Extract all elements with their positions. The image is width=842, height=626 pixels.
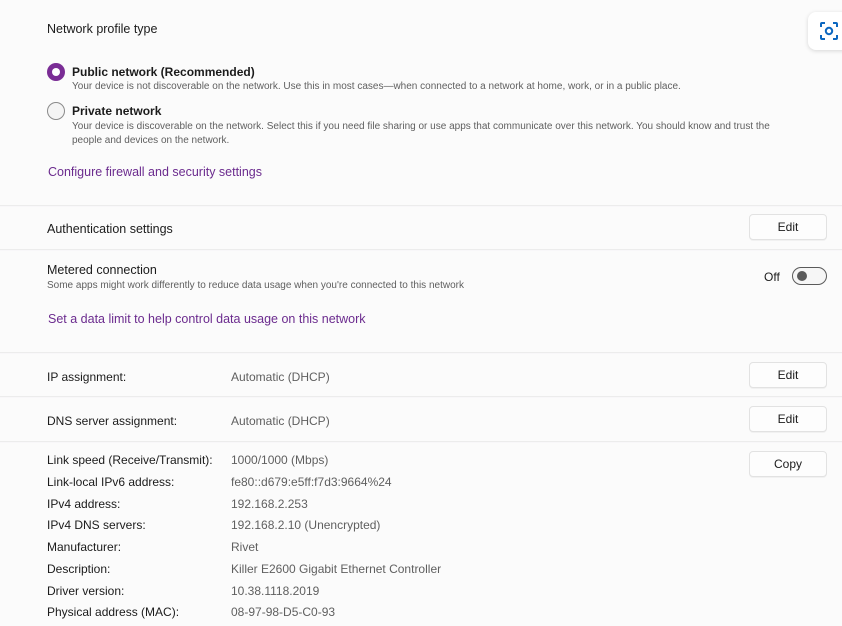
network-properties-page: Network profile type Public network (Rec… xyxy=(0,0,842,626)
ip-assignment-value: Automatic (DHCP) xyxy=(231,370,330,384)
toggle-knob xyxy=(797,271,807,281)
ip-assignment-label: IP assignment: xyxy=(47,370,127,384)
dns-assignment-label: DNS server assignment: xyxy=(47,414,178,428)
public-network-description: Your device is not discoverable on the n… xyxy=(72,81,681,92)
authentication-label: Authentication settings xyxy=(47,222,173,236)
data-limit-link[interactable]: Set a data limit to help control data us… xyxy=(48,312,366,326)
property-label: Link speed (Receive/Transmit): xyxy=(47,453,213,467)
property-label: IPv4 address: xyxy=(47,497,121,511)
property-label: Description: xyxy=(47,562,111,576)
authentication-card: Authentication settings Edit xyxy=(0,207,842,250)
ip-assignment-edit-button[interactable]: Edit xyxy=(749,362,827,388)
property-label: Physical address (MAC): xyxy=(47,605,180,619)
dns-assignment-edit-button[interactable]: Edit xyxy=(749,406,827,432)
properties-card: Copy Link speed (Receive/Transmit): 1000… xyxy=(0,443,842,626)
capture-icon xyxy=(820,22,838,40)
property-value: Rivet xyxy=(231,540,259,554)
property-value: Killer E2600 Gigabit Ethernet Controller xyxy=(231,562,442,576)
private-network-description-line1: Your device is discoverable on the netwo… xyxy=(72,121,770,132)
public-network-radio[interactable] xyxy=(47,63,65,81)
property-label: Driver version: xyxy=(47,584,125,598)
private-network-label[interactable]: Private network xyxy=(72,104,161,118)
network-profile-card: Network profile type Public network (Rec… xyxy=(0,0,842,206)
property-value: 192.168.2.10 (Unencrypted) xyxy=(231,518,381,532)
private-network-radio[interactable] xyxy=(47,102,65,120)
screen-snip-button[interactable] xyxy=(808,12,842,50)
ip-assignment-card: IP assignment: Automatic (DHCP) Edit xyxy=(0,354,842,397)
property-label: Manufacturer: xyxy=(47,540,122,554)
metered-connection-toggle[interactable] xyxy=(792,267,827,285)
property-value: fe80::d679:e5ff:f7d3:9664%24 xyxy=(231,475,392,489)
metered-connection-description: Some apps might work differently to redu… xyxy=(47,280,464,291)
metered-connection-card: Metered connection Some apps might work … xyxy=(0,251,842,353)
copy-button[interactable]: Copy xyxy=(749,451,827,477)
property-value: 10.38.1118.2019 xyxy=(231,584,320,598)
dns-assignment-card: DNS server assignment: Automatic (DHCP) … xyxy=(0,398,842,442)
public-network-label[interactable]: Public network (Recommended) xyxy=(72,65,255,79)
metered-toggle-state: Off xyxy=(764,270,780,284)
property-label: IPv4 DNS servers: xyxy=(47,518,146,532)
property-value: 192.168.2.253 xyxy=(231,497,308,511)
metered-connection-label: Metered connection xyxy=(47,263,157,277)
property-value: 08-97-98-D5-C0-93 xyxy=(231,605,336,619)
private-network-description-line2: people and devices on the network. xyxy=(72,135,230,146)
network-profile-title: Network profile type xyxy=(47,22,158,36)
dns-assignment-value: Automatic (DHCP) xyxy=(231,414,330,428)
property-label: Link-local IPv6 address: xyxy=(47,475,175,489)
property-value: 1000/1000 (Mbps) xyxy=(231,453,329,467)
configure-firewall-link[interactable]: Configure firewall and security settings xyxy=(48,165,262,179)
authentication-edit-button[interactable]: Edit xyxy=(749,214,827,240)
